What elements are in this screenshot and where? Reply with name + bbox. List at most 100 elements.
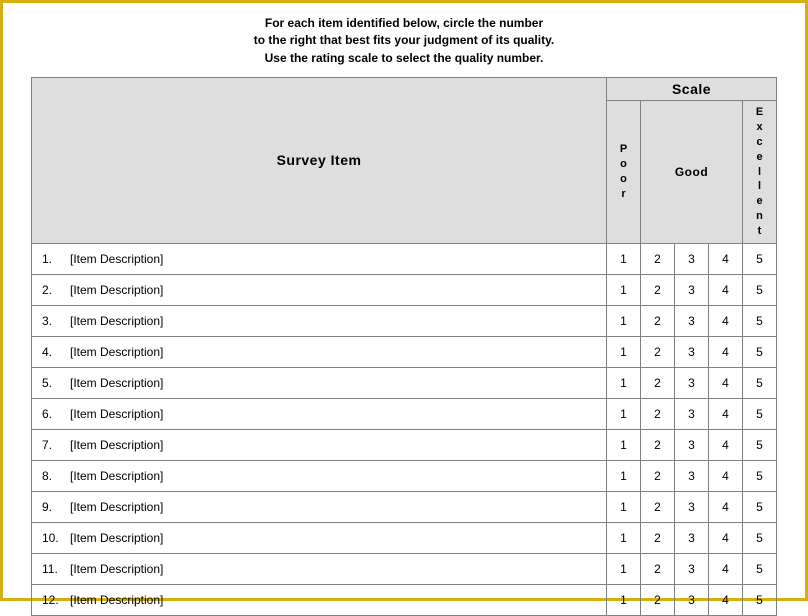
rating-cell[interactable]: 4: [709, 491, 743, 522]
item-description: [Item Description]: [70, 376, 163, 390]
item-cell: 11.[Item Description]: [32, 553, 607, 584]
rating-cell[interactable]: 1: [607, 429, 641, 460]
rating-cell[interactable]: 2: [641, 243, 675, 274]
rating-cell[interactable]: 1: [607, 584, 641, 615]
instruction-line: For each item identified below, circle t…: [265, 16, 543, 30]
survey-page: For each item identified below, circle t…: [0, 0, 808, 601]
rating-cell[interactable]: 3: [675, 522, 709, 553]
rating-cell[interactable]: 2: [641, 553, 675, 584]
rating-cell[interactable]: 5: [743, 429, 777, 460]
rating-cell[interactable]: 4: [709, 429, 743, 460]
item-cell: 9.[Item Description]: [32, 491, 607, 522]
item-cell: 3.[Item Description]: [32, 305, 607, 336]
item-cell: 8.[Item Description]: [32, 460, 607, 491]
rating-cell[interactable]: 1: [607, 491, 641, 522]
item-cell: 6.[Item Description]: [32, 398, 607, 429]
item-description: [Item Description]: [70, 500, 163, 514]
rating-cell[interactable]: 3: [675, 553, 709, 584]
rating-cell[interactable]: 1: [607, 398, 641, 429]
rating-cell[interactable]: 1: [607, 274, 641, 305]
item-description: [Item Description]: [70, 345, 163, 359]
rating-cell[interactable]: 2: [641, 367, 675, 398]
rating-cell[interactable]: 1: [607, 336, 641, 367]
rating-cell[interactable]: 5: [743, 522, 777, 553]
table-row: 6.[Item Description]12345: [32, 398, 777, 429]
item-cell: 4.[Item Description]: [32, 336, 607, 367]
instructions-block: For each item identified below, circle t…: [31, 15, 777, 67]
rating-cell[interactable]: 3: [675, 491, 709, 522]
item-number: 8.: [42, 469, 70, 483]
rating-cell[interactable]: 2: [641, 336, 675, 367]
rating-cell[interactable]: 1: [607, 367, 641, 398]
rating-cell[interactable]: 3: [675, 429, 709, 460]
rating-cell[interactable]: 1: [607, 305, 641, 336]
rating-cell[interactable]: 5: [743, 274, 777, 305]
instruction-line: to the right that best fits your judgmen…: [254, 33, 554, 47]
rating-cell[interactable]: 5: [743, 553, 777, 584]
item-number: 5.: [42, 376, 70, 390]
rating-cell[interactable]: 3: [675, 336, 709, 367]
rating-cell[interactable]: 4: [709, 274, 743, 305]
rating-cell[interactable]: 1: [607, 553, 641, 584]
rating-cell[interactable]: 3: [675, 274, 709, 305]
table-row: 11.[Item Description]12345: [32, 553, 777, 584]
rating-cell[interactable]: 3: [675, 367, 709, 398]
rating-cell[interactable]: 5: [743, 460, 777, 491]
rating-cell[interactable]: 4: [709, 522, 743, 553]
rating-cell[interactable]: 3: [675, 584, 709, 615]
rating-cell[interactable]: 5: [743, 491, 777, 522]
rating-cell[interactable]: 2: [641, 522, 675, 553]
rating-cell[interactable]: 5: [743, 584, 777, 615]
rating-cell[interactable]: 5: [743, 398, 777, 429]
rating-cell[interactable]: 3: [675, 243, 709, 274]
rating-cell[interactable]: 4: [709, 398, 743, 429]
item-cell: 5.[Item Description]: [32, 367, 607, 398]
table-row: 3.[Item Description]12345: [32, 305, 777, 336]
rating-cell[interactable]: 1: [607, 460, 641, 491]
rating-cell[interactable]: 4: [709, 460, 743, 491]
header-survey-item: Survey Item: [32, 78, 607, 244]
rating-cell[interactable]: 2: [641, 398, 675, 429]
item-cell: 12.[Item Description]: [32, 584, 607, 615]
item-cell: 1.[Item Description]: [32, 243, 607, 274]
rating-cell[interactable]: 4: [709, 367, 743, 398]
item-number: 10.: [42, 531, 70, 545]
header-poor: Poor: [607, 101, 641, 244]
table-row: 1.[Item Description]12345: [32, 243, 777, 274]
rating-cell[interactable]: 4: [709, 243, 743, 274]
rating-cell[interactable]: 2: [641, 584, 675, 615]
item-number: 7.: [42, 438, 70, 452]
rating-cell[interactable]: 3: [675, 398, 709, 429]
rating-cell[interactable]: 2: [641, 274, 675, 305]
rating-cell[interactable]: 3: [675, 460, 709, 491]
item-description: [Item Description]: [70, 314, 163, 328]
rating-cell[interactable]: 4: [709, 336, 743, 367]
table-row: 5.[Item Description]12345: [32, 367, 777, 398]
table-row: 12.[Item Description]12345: [32, 584, 777, 615]
rating-cell[interactable]: 5: [743, 367, 777, 398]
rating-cell[interactable]: 5: [743, 305, 777, 336]
item-description: [Item Description]: [70, 593, 163, 607]
rating-cell[interactable]: 5: [743, 336, 777, 367]
rating-cell[interactable]: 4: [709, 553, 743, 584]
rating-cell[interactable]: 3: [675, 305, 709, 336]
item-cell: 7.[Item Description]: [32, 429, 607, 460]
table-row: 2.[Item Description]12345: [32, 274, 777, 305]
table-row: 7.[Item Description]12345: [32, 429, 777, 460]
rating-cell[interactable]: 2: [641, 460, 675, 491]
item-number: 2.: [42, 283, 70, 297]
rating-cell[interactable]: 2: [641, 491, 675, 522]
rating-cell[interactable]: 4: [709, 584, 743, 615]
rating-cell[interactable]: 2: [641, 429, 675, 460]
rating-cell[interactable]: 1: [607, 522, 641, 553]
instruction-line: Use the rating scale to select the quali…: [265, 51, 544, 65]
rating-cell[interactable]: 2: [641, 305, 675, 336]
item-description: [Item Description]: [70, 407, 163, 421]
header-excellent-text: Excellent: [743, 105, 776, 239]
rating-cell[interactable]: 1: [607, 243, 641, 274]
item-cell: 2.[Item Description]: [32, 274, 607, 305]
item-number: 12.: [42, 593, 70, 607]
rating-cell[interactable]: 4: [709, 305, 743, 336]
rating-cell[interactable]: 5: [743, 243, 777, 274]
item-description: [Item Description]: [70, 252, 163, 266]
